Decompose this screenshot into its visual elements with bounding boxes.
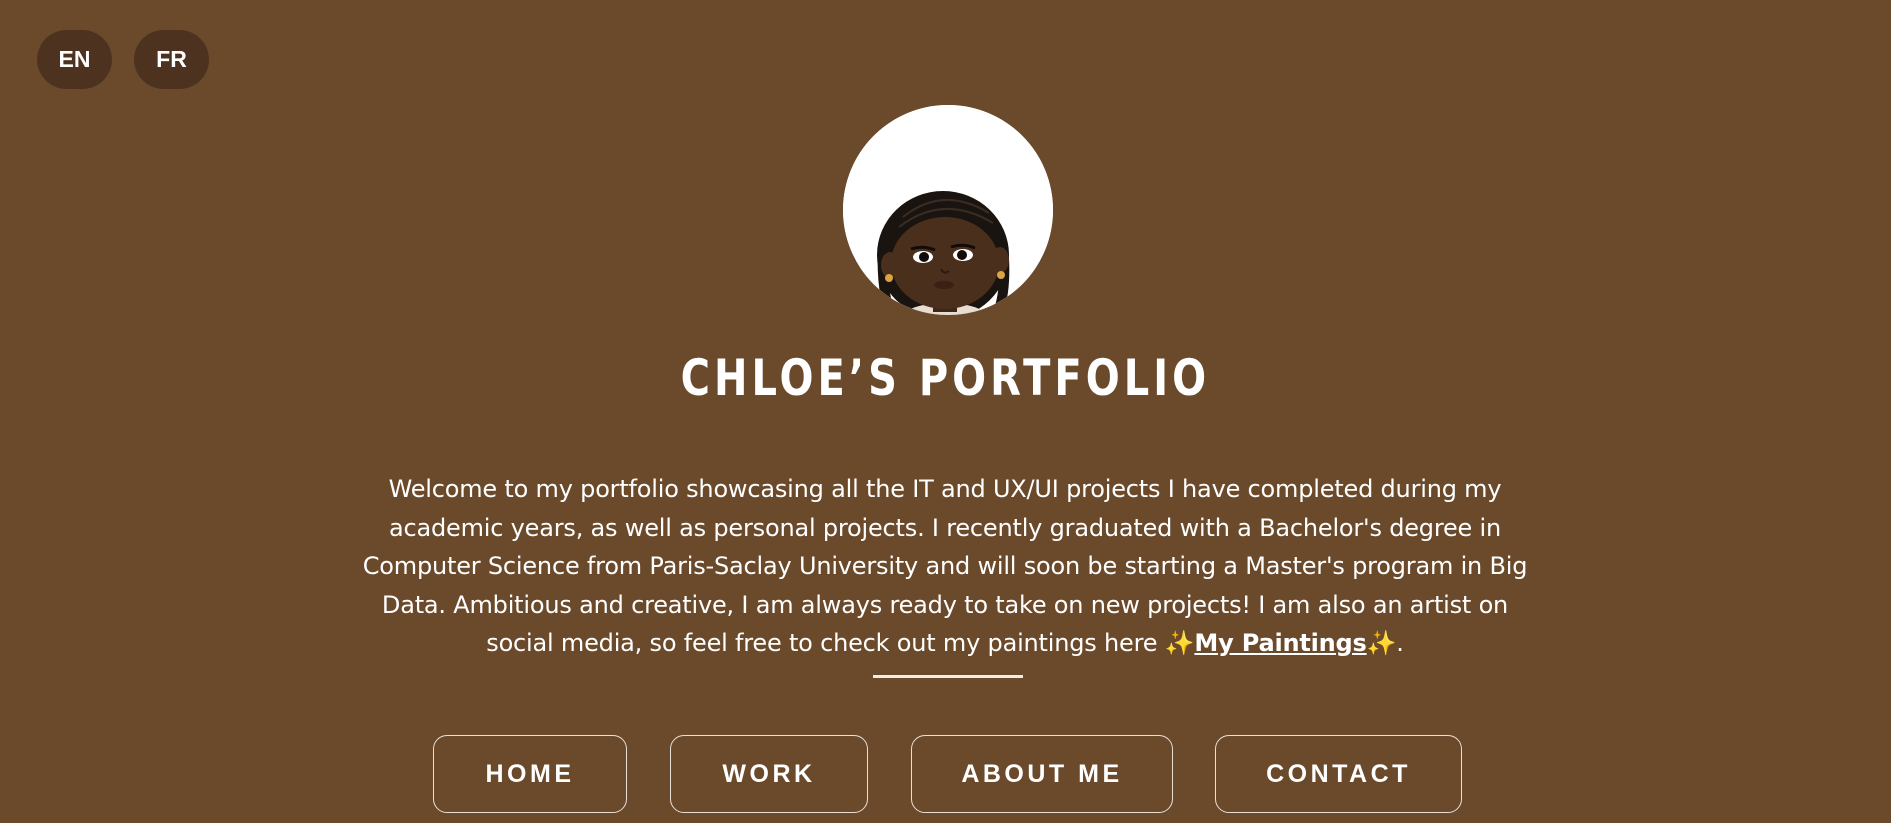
- language-switch: EN FR: [37, 30, 209, 89]
- sparkle-icon: ✨: [1366, 629, 1397, 657]
- nav-home-button[interactable]: HOME: [433, 735, 627, 813]
- lang-en-button[interactable]: EN: [37, 30, 112, 89]
- divider: [873, 675, 1023, 678]
- avatar-illustration: [843, 105, 1053, 315]
- nav-about-button[interactable]: ABOUT ME: [911, 735, 1173, 813]
- my-paintings-link[interactable]: My Paintings: [1194, 629, 1366, 657]
- avatar: [843, 105, 1053, 315]
- page-title: CHLOE’S PORTFOLIO: [680, 349, 1211, 407]
- lang-fr-button[interactable]: FR: [134, 30, 209, 89]
- nav-contact-button[interactable]: CONTACT: [1215, 735, 1462, 813]
- sparkle-icon: ✨: [1164, 629, 1195, 657]
- intro-paragraph: Welcome to my portfolio showcasing all t…: [350, 470, 1540, 663]
- intro-end: .: [1396, 629, 1404, 657]
- nav-work-button[interactable]: WORK: [670, 735, 868, 813]
- main-nav: HOME WORK ABOUT ME CONTACT: [0, 735, 1891, 815]
